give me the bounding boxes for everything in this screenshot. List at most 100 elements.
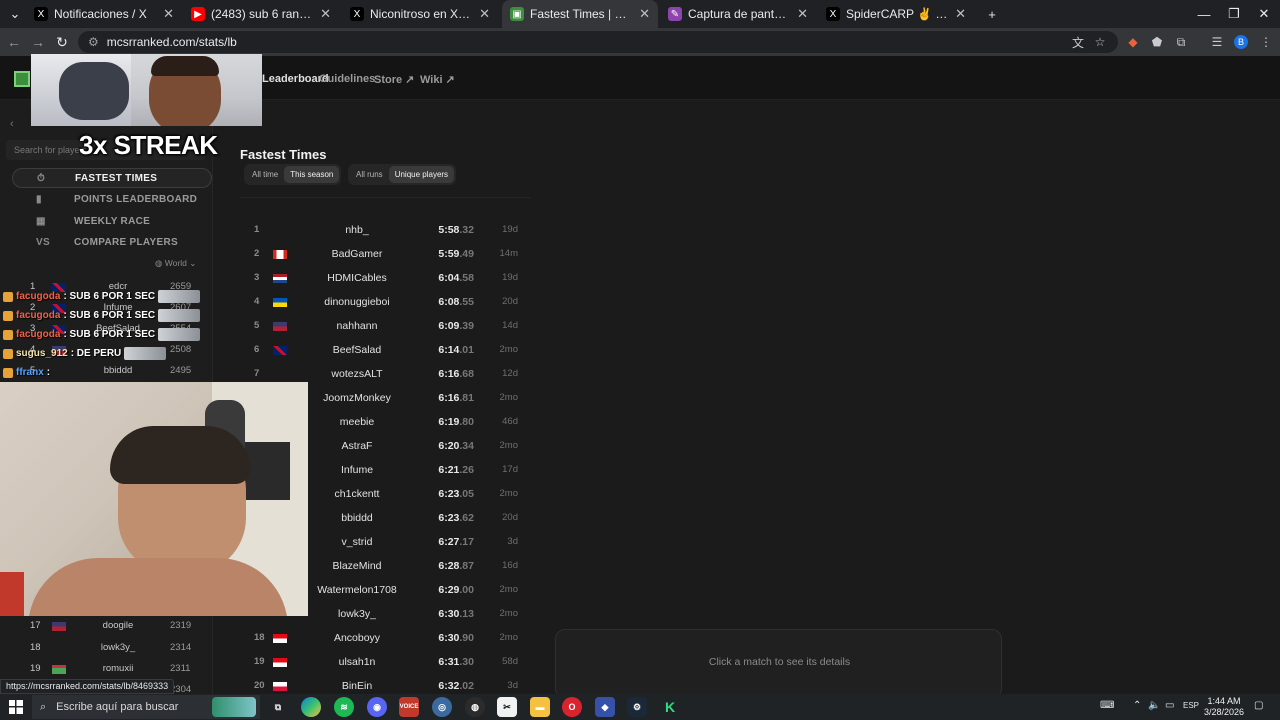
leaderboard-row[interactable]: 18 lowk3y_ 2314 xyxy=(0,639,213,657)
close-window-button[interactable]: ✕ xyxy=(1248,0,1280,28)
profile-avatar[interactable]: B xyxy=(1231,32,1251,52)
row-points: 2319 xyxy=(170,620,192,631)
row-points: 2495 xyxy=(170,365,192,376)
table-row[interactable]: 18 Ancoboyy 6:30.90 2mo xyxy=(240,626,530,650)
filter-unique-players[interactable]: Unique players xyxy=(388,166,455,183)
keyboard-tray-icon[interactable]: ⌨ xyxy=(1100,700,1114,711)
table-row[interactable]: 3 HDMICables 6:04.58 19d xyxy=(240,266,530,290)
restore-button[interactable]: ❐ xyxy=(1218,0,1250,28)
row-time-ms: .58 xyxy=(459,272,474,284)
row-time-ms: .01 xyxy=(459,344,474,356)
table-row[interactable]: 2 BadGamer 5:59.49 14m xyxy=(240,242,530,266)
search-highlight-icon xyxy=(212,697,256,717)
browser-tab[interactable]: ▶ (2483) sub 6 ranked - YouTube ✕ xyxy=(183,0,339,28)
table-row[interactable]: 1 nhb_ 5:58.32 19d xyxy=(240,218,530,242)
steam-icon[interactable]: ⚙ xyxy=(627,697,647,717)
nav-link-label: Wiki xyxy=(420,74,443,86)
opera-icon[interactable]: O xyxy=(562,697,582,717)
row-player-name: dinonuggieboi xyxy=(324,296,390,308)
tab-close-icon[interactable]: ✕ xyxy=(955,6,966,22)
task-view-icon[interactable]: ⧉ xyxy=(268,697,288,717)
browser-menu-icon[interactable]: ⋮ xyxy=(1256,32,1276,52)
minimize-button[interactable]: — xyxy=(1188,0,1220,28)
tab-close-icon[interactable]: ✕ xyxy=(797,6,808,22)
browser-tab[interactable]: X SpiderCARP ✌ 🔘 en X: "Jajajaj ✕ xyxy=(818,0,974,28)
reload-icon[interactable]: ↻ xyxy=(52,32,72,52)
nav-link-store[interactable]: Store ↗ xyxy=(374,73,414,86)
leaderboard-row[interactable]: 19 romuxii 2311 xyxy=(0,660,213,678)
forward-icon[interactable]: → xyxy=(28,32,48,52)
table-row[interactable]: 5 nahhann 6:09.39 14d xyxy=(240,314,530,338)
notifications-icon[interactable]: ▢ xyxy=(1254,700,1263,711)
sidebar-item-fastest-times[interactable]: ⏱ FASTEST TIMES xyxy=(12,168,212,188)
table-row[interactable]: 19 ulsah1n 6:31.30 58d xyxy=(240,650,530,674)
filter-this-season[interactable]: This season xyxy=(284,166,340,183)
leaderboard-row[interactable]: 17 doogile 2319 xyxy=(0,617,213,635)
row-time-ms: .26 xyxy=(459,464,474,476)
translate-icon[interactable]: 文 xyxy=(1068,32,1088,52)
site-info-icon[interactable]: ⚙ xyxy=(88,35,99,49)
chat-username: facugoda xyxy=(16,310,61,321)
row-time-ms: .49 xyxy=(459,248,474,260)
browser-tab[interactable]: ▣ Fastest Times | MCSR Ranked ✕ xyxy=(502,0,658,28)
table-row[interactable]: 20 BinEin 6:32.02 3d xyxy=(240,674,530,694)
copilot-icon[interactable] xyxy=(301,697,321,717)
nav-link-wiki[interactable]: Wiki ↗ xyxy=(420,73,455,86)
tab-close-icon[interactable]: ✕ xyxy=(479,6,490,22)
bookmark-star-icon[interactable]: ☆ xyxy=(1090,32,1110,52)
extension-fox-icon[interactable]: ◆ xyxy=(1123,32,1143,52)
row-age: 46d xyxy=(502,416,518,427)
tab-search-button[interactable]: ⌄ xyxy=(2,0,28,28)
discord-icon[interactable]: ◉ xyxy=(367,697,387,717)
tab-close-icon[interactable]: ✕ xyxy=(320,6,331,22)
row-time-main: 6:23 xyxy=(438,488,460,500)
kick-icon[interactable]: K xyxy=(660,697,680,717)
volume-icon[interactable]: 🔈 xyxy=(1148,700,1160,711)
filter-all-runs[interactable]: All runs xyxy=(350,166,389,183)
browser-tab[interactable]: ✎ Captura de pantalla por Lightsh ✕ xyxy=(660,0,816,28)
collapse-chevron-icon[interactable]: ‹ xyxy=(10,118,14,130)
extension-shield-icon[interactable]: ⬟ xyxy=(1147,32,1167,52)
sidebar-item-points-leaderboard[interactable]: ▮ POINTS LEADERBOARD xyxy=(12,190,212,210)
browser-tab[interactable]: X Niconitroso en X: "Este tipo le d ✕ xyxy=(342,0,498,28)
taskbar-clock[interactable]: 1:44 AM 3/28/2026 xyxy=(1198,696,1250,718)
app-icon[interactable]: ◆ xyxy=(595,697,615,717)
region-filter-select[interactable]: ◍ World ⌄ xyxy=(155,258,196,269)
sidebar-item-compare-players[interactable]: VS COMPARE PLAYERS xyxy=(12,233,212,253)
reading-list-icon[interactable]: ☰ xyxy=(1207,32,1227,52)
capcut-icon[interactable]: ✂ xyxy=(497,697,517,717)
voice-app-icon[interactable]: VOICE xyxy=(399,697,419,717)
row-time: 5:59.49 xyxy=(414,248,474,260)
file-explorer-icon[interactable]: ▬ xyxy=(530,697,550,717)
obs-icon[interactable]: ◍ xyxy=(465,697,485,717)
row-time: 6:04.58 xyxy=(414,272,474,284)
back-icon[interactable]: ← xyxy=(4,32,24,52)
taskbar-search-box[interactable]: ⌕ Escribe aquí para buscar xyxy=(32,695,260,719)
spotify-icon[interactable]: ≋ xyxy=(334,697,354,717)
page-title: Fastest Times xyxy=(240,147,327,162)
address-bar[interactable]: ⚙ mcsrranked.com/stats/lb xyxy=(78,31,1118,53)
youtube-icon: ▶ xyxy=(191,7,205,21)
sidebar-item-weekly-race[interactable]: ▦ WEEKLY RACE xyxy=(12,211,212,231)
table-row[interactable]: 6 BeefSalad 6:14.01 2mo xyxy=(240,338,530,362)
filter-all-time[interactable]: All time xyxy=(246,166,284,183)
browser-tab[interactable]: X Notificaciones / X ✕ xyxy=(26,0,182,28)
tab-close-icon[interactable]: ✕ xyxy=(163,6,174,22)
row-player-name: Watermelon1708 xyxy=(317,584,397,596)
row-player-name: lowk3y_ xyxy=(100,642,136,653)
extensions-puzzle-icon[interactable]: ⧉ xyxy=(1171,32,1191,52)
nav-link-guidelines[interactable]: Guidelines xyxy=(319,73,375,85)
chat-emote-icon xyxy=(158,328,201,341)
flag-tr-icon xyxy=(273,634,287,643)
chat-badge-icon xyxy=(3,310,13,321)
tab-close-icon[interactable]: ✕ xyxy=(639,6,650,22)
language-indicator[interactable]: ESP xyxy=(1183,701,1199,710)
mcsr-logo-icon[interactable] xyxy=(14,71,30,87)
table-row[interactable]: 4 dinonuggieboi 6:08.55 20d xyxy=(240,290,530,314)
show-hidden-icons[interactable]: ⌃ xyxy=(1133,700,1141,711)
browser-tab-strip: ⌄ X Notificaciones / X ✕ ▶ (2483) sub 6 rank… xyxy=(0,0,1280,28)
windows-start-button[interactable] xyxy=(0,694,32,720)
chrome-icon[interactable]: ◎ xyxy=(432,697,452,717)
new-tab-button[interactable]: + xyxy=(976,0,1008,28)
network-icon[interactable]: ▭ xyxy=(1165,700,1174,711)
